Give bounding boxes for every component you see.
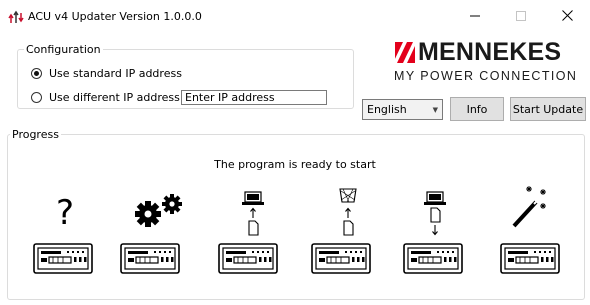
title-bar: ACU v4 Updater Version 1.0.0.0 — [0, 0, 590, 34]
status-text: The program is ready to start — [214, 158, 376, 171]
controller-device-icon — [33, 243, 95, 279]
ip-address-input[interactable]: Enter IP address — [181, 90, 327, 105]
maximize-icon — [516, 10, 526, 24]
configuration-legend: Configuration — [26, 43, 101, 56]
info-button[interactable]: Info — [450, 97, 504, 121]
different-ip-option[interactable]: Use different IP address: — [31, 91, 184, 104]
different-ip-radio[interactable] — [31, 92, 42, 103]
arrows-updater-icon — [8, 10, 24, 26]
start-update-button[interactable]: Start Update — [510, 97, 586, 121]
different-ip-label: Use different IP address: — [49, 91, 184, 104]
svg-text:?: ? — [56, 193, 74, 233]
close-icon — [561, 10, 573, 24]
laptop-download-icon — [422, 190, 452, 243]
standard-ip-label: Use standard IP address — [49, 67, 182, 80]
controller-device-icon — [403, 243, 465, 279]
controller-device-icon — [120, 243, 182, 279]
progress-legend: Progress — [12, 128, 59, 141]
laptop-upload-icon — [240, 190, 270, 243]
question-mark-icon: ? — [50, 188, 80, 237]
controller-device-icon — [500, 243, 562, 279]
language-select[interactable]: English ▼ — [362, 99, 443, 120]
chevron-down-icon: ▼ — [432, 105, 438, 114]
wastebasket-upload-icon — [334, 186, 364, 243]
brand-tagline: MY POWER CONNECTION — [394, 69, 578, 83]
minimize-button[interactable] — [452, 0, 498, 34]
standard-ip-option[interactable]: Use standard IP address — [31, 67, 182, 80]
controller-device-icon — [311, 243, 373, 279]
ip-address-field[interactable]: Enter IP address — [181, 90, 327, 105]
gears-icon — [132, 192, 188, 231]
magic-wand-icon — [510, 182, 550, 235]
standard-ip-radio[interactable] — [31, 68, 42, 79]
minimize-icon — [470, 11, 480, 24]
maximize-button[interactable] — [498, 0, 544, 34]
controller-device-icon — [218, 243, 280, 279]
brand-name: MENNEKES — [418, 38, 562, 66]
mennekes-logo-icon — [393, 42, 415, 66]
language-value: English — [367, 103, 407, 116]
close-button[interactable] — [544, 0, 590, 34]
window-title: ACU v4 Updater Version 1.0.0.0 — [28, 10, 202, 23]
